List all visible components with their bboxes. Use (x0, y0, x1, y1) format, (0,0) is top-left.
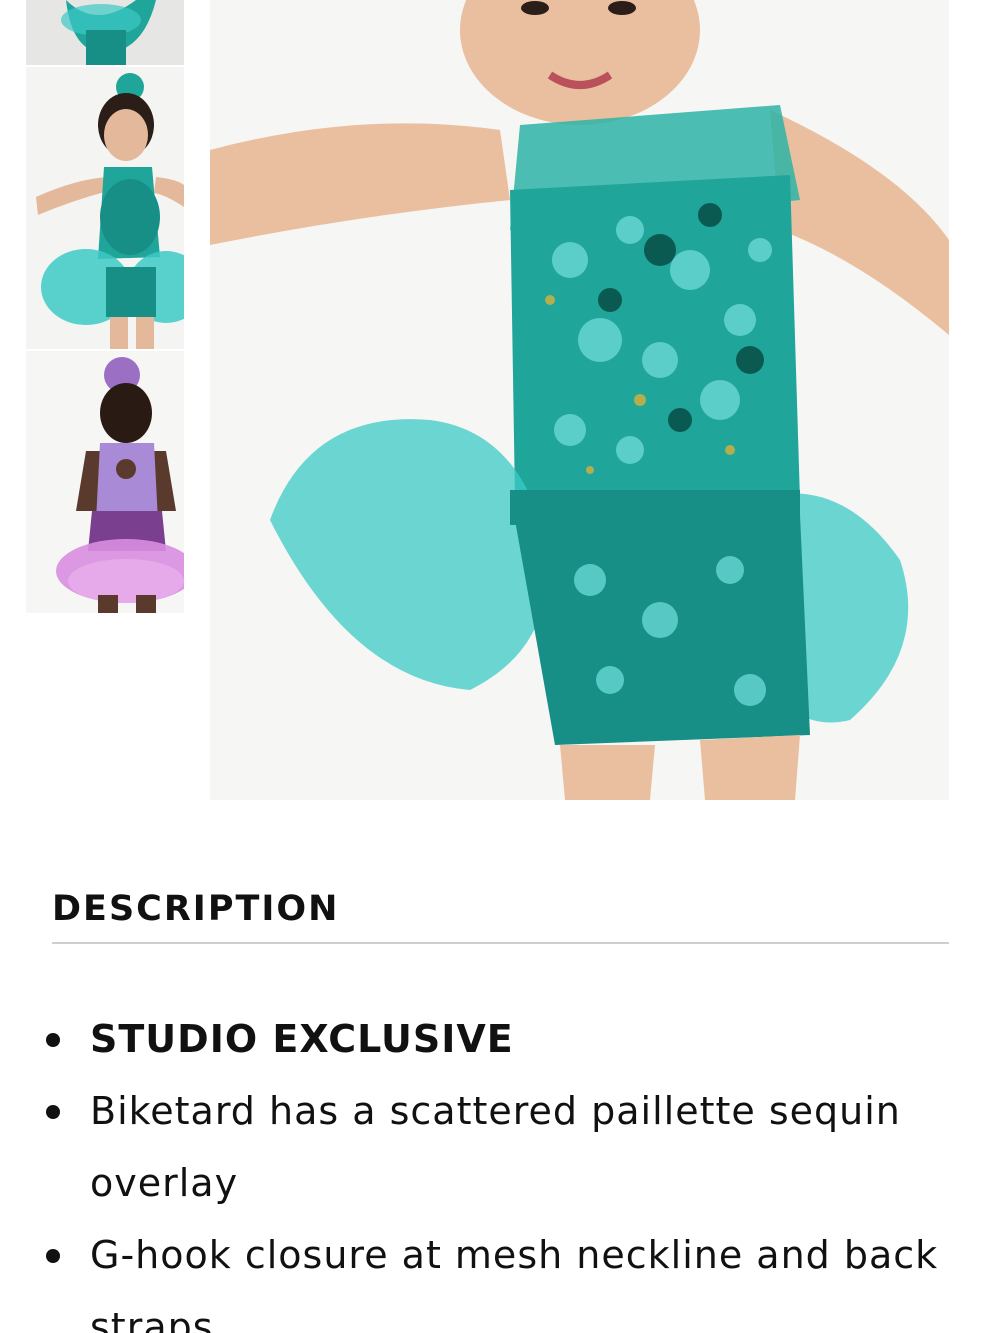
description-item-sequin-overlay: Biketard has a scattered paillette sequi… (46, 1075, 970, 1219)
costume-thumbnail-teal-partial-icon (26, 0, 184, 65)
description-item-g-hook-closure: G-hook closure at mesh neckline and back… (46, 1219, 970, 1333)
main-product-image[interactable] (210, 0, 949, 800)
description-heading[interactable]: DESCRIPTION (52, 886, 339, 932)
thumbnail-1[interactable] (26, 0, 184, 65)
thumbnail-2[interactable] (26, 67, 184, 349)
product-page: DESCRIPTION STUDIO EXCLUSIVE Biketard ha… (0, 0, 1000, 1333)
costume-thumbnail-teal-front-icon (26, 67, 184, 349)
thumbnail-3[interactable] (26, 351, 184, 613)
costume-thumbnail-purple-back-icon (26, 351, 184, 613)
description-item-studio-exclusive: STUDIO EXCLUSIVE (46, 1003, 970, 1075)
description-list: STUDIO EXCLUSIVE Biketard has a scattere… (46, 1003, 970, 1333)
description-divider (52, 942, 949, 944)
costume-photo-teal-sequin-biketard-icon (210, 0, 949, 800)
